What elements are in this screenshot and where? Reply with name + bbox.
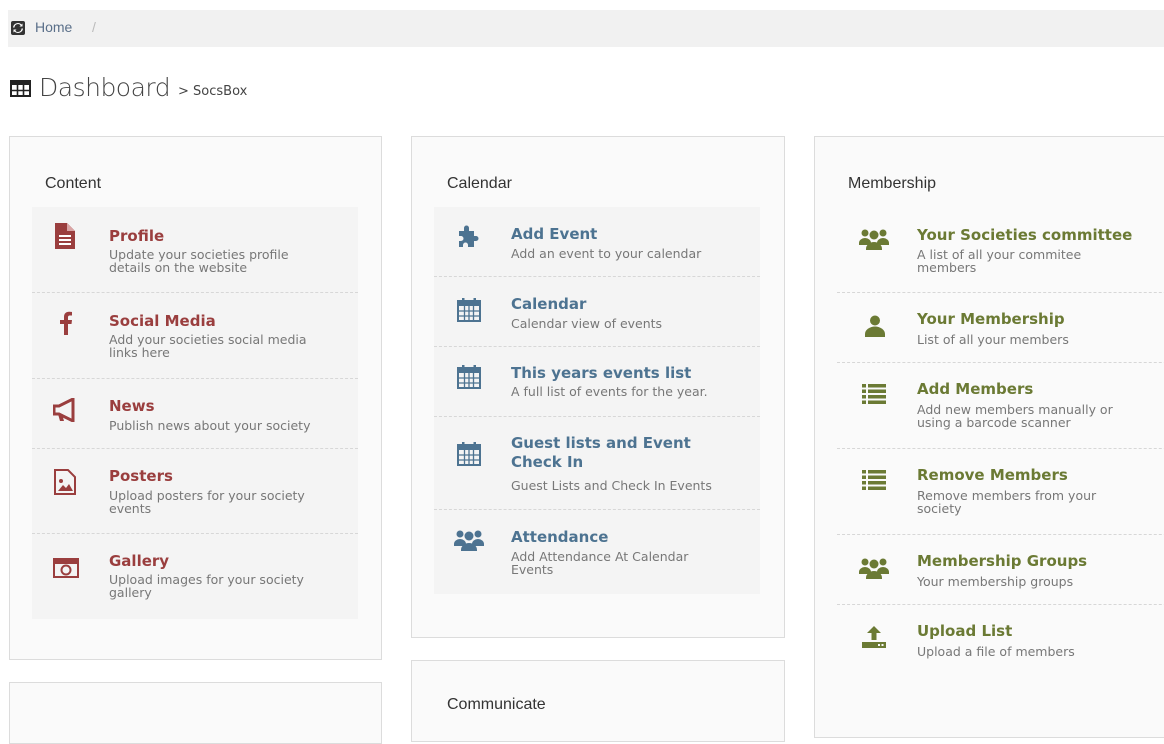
camera-icon	[53, 556, 79, 578]
content-item-social-media[interactable]: Social Media Add your societies social m…	[32, 293, 358, 379]
membership-item-groups[interactable]: Membership Groups Your membership groups	[837, 535, 1164, 605]
membership-item-upload-list[interactable]: Upload List Upload a file of members	[837, 605, 1164, 674]
item-description: Guest Lists and Check In Events	[511, 478, 712, 493]
item-title[interactable]: Posters	[109, 467, 173, 486]
table-icon	[10, 80, 31, 97]
puzzle-icon	[456, 224, 479, 247]
membership-panel-title: Membership	[848, 175, 937, 192]
document-icon	[55, 223, 77, 249]
calendar-item-add-event[interactable]: Add Event Add an event to your calendar	[434, 207, 760, 277]
lower-left-panel	[9, 682, 382, 744]
item-description: Upload posters for your society events	[109, 488, 305, 516]
item-title[interactable]: Membership Groups	[917, 552, 1087, 571]
calendar-item-calendar[interactable]: Calendar Calendar view of events	[434, 277, 760, 347]
communicate-panel-title: Communicate	[447, 696, 546, 713]
item-description: Add your societies social media links he…	[109, 332, 307, 360]
list-icon	[862, 384, 886, 406]
item-description: Your membership groups	[917, 574, 1074, 589]
group-icon	[859, 228, 889, 250]
picture-icon	[54, 469, 76, 495]
item-title[interactable]: Remove Members	[917, 466, 1068, 485]
item-title[interactable]: Calendar	[511, 295, 586, 314]
calendar-item-attendance[interactable]: Attendance Add Attendance At Calendar Ev…	[434, 510, 760, 594]
refresh-icon[interactable]	[11, 21, 25, 35]
list-icon	[862, 470, 886, 492]
breadcrumb-separator: /	[92, 19, 96, 35]
item-title[interactable]: Guest lists and Event Check In	[511, 434, 721, 472]
item-title[interactable]: Social Media	[109, 312, 216, 331]
item-description: Update your societies profile details on…	[109, 247, 289, 275]
page-title: Dashboard	[39, 73, 171, 102]
calendar-icon	[457, 365, 481, 389]
megaphone-icon	[52, 396, 75, 424]
item-description: Publish news about your society	[109, 418, 311, 433]
membership-item-add-members[interactable]: Add Members Add new members manually or …	[837, 363, 1164, 449]
content-item-news[interactable]: News Publish news about your society	[32, 379, 358, 449]
calendar-icon	[457, 298, 481, 322]
calendar-panel-title: Calendar	[447, 175, 512, 192]
item-title[interactable]: Your Societies committee	[917, 226, 1132, 245]
breadcrumb-home-link[interactable]: Home	[35, 19, 72, 35]
user-icon	[865, 315, 887, 337]
breadcrumb: Home /	[8, 10, 1164, 47]
membership-panel: Membership Your Societies committee A li…	[814, 136, 1164, 738]
facebook-icon	[60, 311, 82, 335]
content-item-posters[interactable]: Posters Upload posters for your society …	[32, 449, 358, 534]
content-panel: Content Profile Update your societies pr…	[9, 136, 382, 660]
item-description: Add new members manually or using a barc…	[917, 402, 1113, 430]
page-subtitle: > SocsBox	[178, 84, 248, 99]
membership-item-committee[interactable]: Your Societies committee A list of all y…	[837, 207, 1164, 293]
item-title[interactable]: Profile	[109, 227, 164, 246]
item-description: A full list of events for the year.	[511, 384, 708, 399]
calendar-icon	[457, 442, 481, 466]
item-title[interactable]: Add Event	[511, 225, 597, 244]
upload-icon	[862, 625, 886, 648]
content-item-profile[interactable]: Profile Update your societies profile de…	[32, 207, 358, 293]
membership-item-remove-members[interactable]: Remove Members Remove members from your …	[837, 449, 1164, 535]
communicate-panel: Communicate	[411, 660, 785, 742]
item-title[interactable]: Attendance	[511, 528, 608, 547]
membership-item-your-membership[interactable]: Your Membership List of all your members	[837, 293, 1164, 363]
item-title[interactable]: Add Members	[917, 380, 1033, 399]
calendar-item-guest-lists[interactable]: Guest lists and Event Check In Guest Lis…	[434, 417, 760, 510]
item-title[interactable]: Upload List	[917, 622, 1012, 641]
content-panel-title: Content	[45, 175, 102, 192]
calendar-item-events-list[interactable]: This years events list A full list of ev…	[434, 347, 760, 417]
item-description: Add an event to your calendar	[511, 246, 702, 261]
content-item-gallery[interactable]: Gallery Upload images for your society g…	[32, 534, 358, 619]
item-description: Remove members from your society	[917, 488, 1097, 516]
item-description: A list of all your commitee members	[917, 247, 1082, 275]
group-icon	[454, 529, 484, 551]
item-description: Calendar view of events	[511, 316, 663, 331]
item-title[interactable]: News	[109, 397, 155, 416]
item-description: Upload images for your society gallery	[109, 572, 304, 600]
group-icon	[859, 557, 889, 579]
item-description: List of all your members	[917, 332, 1069, 347]
item-title[interactable]: This years events list	[511, 364, 691, 383]
calendar-panel: Calendar Add Event Add an event to your …	[411, 136, 785, 638]
item-description: Add Attendance At Calendar Events	[511, 549, 689, 577]
item-description: Upload a file of members	[917, 644, 1075, 659]
item-title[interactable]: Your Membership	[917, 310, 1065, 329]
item-title[interactable]: Gallery	[109, 552, 169, 571]
